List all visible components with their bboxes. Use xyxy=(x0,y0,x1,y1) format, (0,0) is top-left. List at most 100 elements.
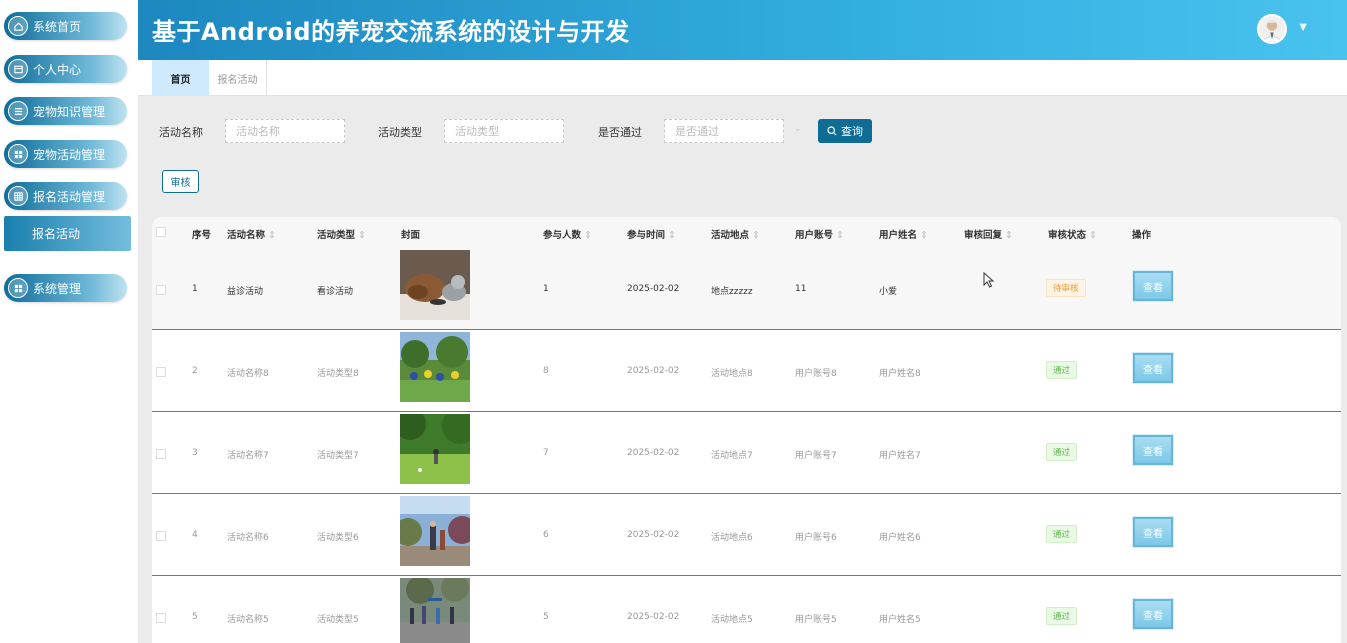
sort-icon: ⇕ xyxy=(268,230,276,241)
cell-index: 3 xyxy=(192,448,198,458)
search-button[interactable]: 查询 xyxy=(818,119,872,143)
status-badge: 通过 xyxy=(1046,361,1078,379)
cell-count: 8 xyxy=(543,366,549,376)
column-header[interactable]: 参与时间 ⇕ xyxy=(627,227,676,241)
search-icon xyxy=(827,126,837,136)
sort-icon: ⇕ xyxy=(920,230,928,241)
row-checkbox[interactable] xyxy=(156,285,166,295)
view-button[interactable]: 查看 xyxy=(1133,517,1173,547)
table-row[interactable]: 4 活动名称6 活动类型6 6 2025-02-02 活动地点6 用户账号6 用… xyxy=(152,494,1341,576)
sidebar-item-home[interactable]: 系统首页 xyxy=(4,12,127,40)
row-checkbox[interactable] xyxy=(156,531,166,541)
sort-icon: ⇕ xyxy=(752,230,760,241)
cover-image xyxy=(400,496,470,566)
column-header[interactable]: 审核状态 ⇕ xyxy=(1048,227,1097,241)
cell-name: 活动名称8 xyxy=(227,369,269,379)
view-button[interactable]: 查看 xyxy=(1133,353,1173,383)
column-header[interactable]: 活动地点 ⇕ xyxy=(711,227,760,241)
list-icon xyxy=(8,101,28,121)
column-header[interactable]: 参与人数 ⇕ xyxy=(543,227,592,241)
review-button[interactable]: 审核 xyxy=(162,170,199,193)
cell-place: 地点zzzzz xyxy=(711,287,753,297)
activity-name-input[interactable]: 活动名称 xyxy=(225,119,345,143)
sort-icon: ⇕ xyxy=(584,230,592,241)
cell-account: 用户账号5 xyxy=(795,615,837,625)
column-header[interactable]: 活动类型 ⇕ xyxy=(317,227,366,241)
sidebar-item-label: 个人中心 xyxy=(33,62,82,77)
column-header: 序号 xyxy=(192,230,212,241)
row-checkbox[interactable] xyxy=(156,367,166,377)
cell-index: 4 xyxy=(192,530,198,540)
row-checkbox[interactable] xyxy=(156,449,166,459)
table-row[interactable]: 3 活动名称7 活动类型7 7 2025-02-02 活动地点7 用户账号7 用… xyxy=(152,412,1341,494)
sidebar-item-profile[interactable]: 个人中心 xyxy=(4,55,127,83)
sidebar-item-pet-activity[interactable]: 宠物活动管理 xyxy=(4,140,127,168)
cell-type: 活动类型7 xyxy=(317,451,359,461)
sort-icon: ⇕ xyxy=(358,230,366,241)
tab-home[interactable]: 首页 xyxy=(152,60,209,96)
cell-count: 1 xyxy=(543,284,549,294)
filter-name-label: 活动名称 xyxy=(159,126,203,139)
mouse-cursor-icon xyxy=(983,272,995,288)
table-row[interactable]: 5 活动名称5 活动类型5 5 2025-02-02 活动地点5 用户账号5 用… xyxy=(152,576,1341,643)
cell-name: 活动名称5 xyxy=(227,615,269,625)
home-icon xyxy=(8,16,28,36)
cell-name: 活动名称6 xyxy=(227,533,269,543)
column-header[interactable]: 审核回复 ⇕ xyxy=(964,227,1013,241)
cell-place: 活动地点7 xyxy=(711,451,753,461)
cell-date: 2025-02-02 xyxy=(627,530,680,540)
cell-place: 活动地点6 xyxy=(711,533,753,543)
view-button[interactable]: 查看 xyxy=(1133,435,1173,465)
table-row[interactable]: 1 益诊活动 看诊活动 1 2025-02-02 地点zzzzz 11 小爱 待… xyxy=(152,248,1341,330)
pass-select[interactable]: 是否通过 xyxy=(664,119,784,143)
cell-account: 11 xyxy=(795,284,807,294)
sidebar-item-system[interactable]: 系统管理 xyxy=(4,274,127,302)
cell-account: 用户账号8 xyxy=(795,369,837,379)
user-avatar-icon xyxy=(1259,16,1285,42)
cell-username: 小爱 xyxy=(879,287,898,297)
cell-username: 用户姓名5 xyxy=(879,615,921,625)
column-header[interactable]: 用户账号 ⇕ xyxy=(795,227,844,241)
cell-count: 5 xyxy=(543,612,549,622)
avatar[interactable] xyxy=(1257,14,1287,44)
sidebar-item-pet-knowledge[interactable]: 宠物知识管理 xyxy=(4,97,127,125)
sidebar: 系统首页 个人中心 宠物知识管理 宠物活动管理 报名活动管理 报名活动 系统管理 xyxy=(0,0,138,643)
filter-pass-label: 是否通过 xyxy=(598,126,642,139)
cover-image xyxy=(400,250,470,320)
table-icon xyxy=(8,186,28,206)
activity-type-input[interactable]: 活动类型 xyxy=(444,119,564,143)
sort-icon: ⇕ xyxy=(668,230,676,241)
grid-icon xyxy=(8,278,28,298)
sidebar-item-label: 宠物活动管理 xyxy=(33,147,106,162)
table-row[interactable]: 2 活动名称8 活动类型8 8 2025-02-02 活动地点8 用户账号8 用… xyxy=(152,330,1341,412)
cell-place: 活动地点5 xyxy=(711,615,753,625)
cell-username: 用户姓名7 xyxy=(879,451,921,461)
sidebar-item-label: 系统管理 xyxy=(33,281,82,296)
search-button-label: 查询 xyxy=(841,125,863,138)
sidebar-item-signup-management[interactable]: 报名活动管理 xyxy=(4,182,127,210)
sidebar-subitem-signup[interactable]: 报名活动 xyxy=(4,216,131,251)
sidebar-subitem-label: 报名活动 xyxy=(32,227,81,241)
sidebar-item-label: 报名活动管理 xyxy=(33,189,106,204)
chevron-down-icon[interactable]: ▼ xyxy=(1299,22,1307,33)
row-checkbox[interactable] xyxy=(156,613,166,623)
view-button[interactable]: 查看 xyxy=(1133,599,1173,629)
cell-count: 6 xyxy=(543,530,549,540)
signup-table: 序号 活动名称 ⇕ 活动类型 ⇕ 封面 参与人数 ⇕ 参与时间 ⇕ 活动地点 ⇕ 用户账号… xyxy=(152,217,1341,643)
view-button[interactable]: 查看 xyxy=(1133,271,1173,301)
status-badge: 通过 xyxy=(1046,525,1078,543)
select-all-checkbox[interactable] xyxy=(156,227,166,237)
sort-icon: ⇕ xyxy=(836,230,844,241)
cell-index: 1 xyxy=(192,284,198,294)
sidebar-item-label: 宠物知识管理 xyxy=(33,104,106,119)
sidebar-item-label: 系统首页 xyxy=(33,19,82,34)
column-header[interactable]: 用户姓名 ⇕ xyxy=(879,227,928,241)
main-content: 活动名称 活动名称 活动类型 活动类型 是否通过 是否通过 ⌄ 查询 审核 序号… xyxy=(138,96,1347,643)
cover-image xyxy=(400,332,470,402)
cell-index: 2 xyxy=(192,366,198,376)
page-title: 基于Android的养宠交流系统的设计与开发 xyxy=(152,18,630,46)
tab-signup-activity[interactable]: 报名活动 xyxy=(209,60,267,96)
column-header[interactable]: 活动名称 ⇕ xyxy=(227,227,276,241)
cell-date: 2025-02-02 xyxy=(627,366,680,376)
grid-icon xyxy=(8,144,28,164)
